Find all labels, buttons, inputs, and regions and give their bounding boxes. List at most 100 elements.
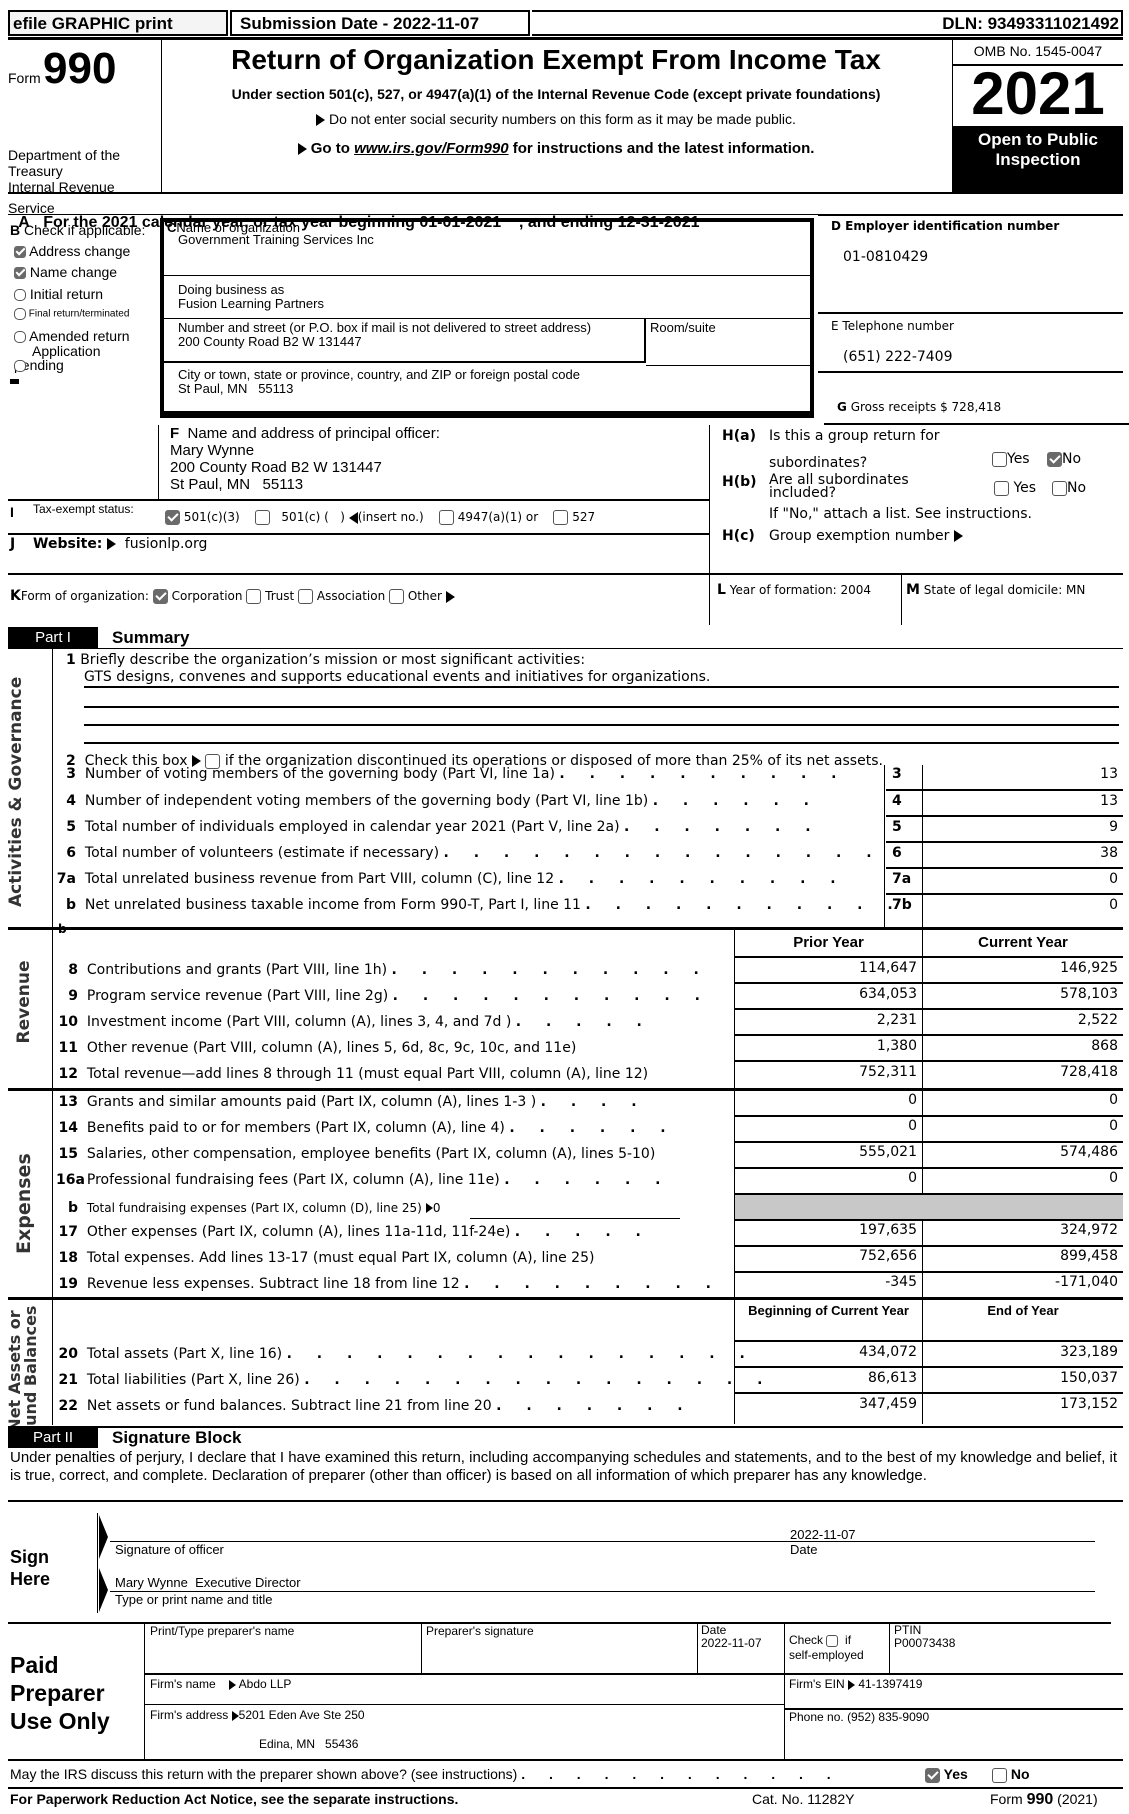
header-top-rule — [8, 37, 1123, 40]
checkbox-name-change[interactable] — [14, 267, 26, 280]
arrow-right-icon — [425, 1203, 433, 1213]
end-year-value: 323,189 — [1060, 1344, 1118, 1360]
preparer-date: Date 2022-11-07 — [701, 1624, 762, 1650]
hb-yes[interactable]: Yes — [994, 480, 1036, 497]
preparer-date-value: 2022-11-07 — [701, 1636, 762, 1650]
beginning-year-value: 434,072 — [859, 1344, 917, 1360]
checkbox-self-employed[interactable] — [826, 1634, 839, 1647]
line-value: 13 — [1100, 793, 1118, 809]
line-box-label: 6 — [892, 845, 902, 861]
current-year-value: 578,103 — [1060, 986, 1118, 1002]
table-row: 9 Program service revenue (Part VIII, li… — [56, 988, 710, 1004]
side-label-net-assets: Net Assets or Fund Balances — [5, 1306, 40, 1436]
fundraising-underline — [470, 1218, 680, 1219]
checkbox-501c[interactable] — [254, 510, 270, 525]
line-label: Total assets (Part X, line 16) — [86, 1346, 283, 1362]
city-value: St Paul, MN 55113 — [178, 381, 294, 396]
other-label: Other — [407, 589, 442, 603]
checkbox-application-pending[interactable] — [14, 360, 26, 373]
current-year-value: 146,925 — [1060, 960, 1118, 976]
open-public-line2: Inspection — [995, 150, 1081, 169]
row-rule — [735, 1366, 1123, 1368]
arrow-left-icon — [348, 511, 358, 524]
checkbox-association[interactable] — [298, 589, 314, 604]
checkbox-corporation[interactable] — [152, 589, 168, 604]
current-year-value: 728,418 — [1060, 1064, 1118, 1080]
arrow-right-icon — [847, 1679, 855, 1690]
gross-receipts-value: 728,418 — [951, 400, 1002, 414]
checkbox-ha-yes[interactable] — [992, 451, 1007, 467]
city-label: City or town, state or province, country… — [178, 367, 580, 382]
hb-no[interactable]: No — [1052, 480, 1086, 497]
line1: 1 Briefly describe the organization’s mi… — [66, 652, 585, 668]
year-formation: L Year of formation: 2004 — [717, 582, 871, 598]
gross-receipts: G Gross receipts $ 728,418 — [837, 400, 1001, 414]
expenses-top-rule — [8, 1088, 1123, 1091]
k-top-rule — [8, 573, 1123, 575]
col-beginning-year: Beginning of Current Year — [748, 1303, 909, 1318]
trust-label: Trust — [265, 589, 295, 603]
ptin: PTIN P00073438 — [894, 1624, 955, 1650]
submission-date-box: Submission Date - 2022-11-07 — [230, 10, 530, 36]
prep-col-4 — [889, 1622, 890, 1673]
ha-no[interactable]: No — [1047, 451, 1081, 468]
row-rule — [735, 1141, 1123, 1143]
ha-yes[interactable]: Yes — [992, 451, 1030, 468]
discuss-no[interactable]: No — [992, 1766, 1030, 1783]
preparer-left-line — [144, 1622, 145, 1759]
website-value[interactable]: fusionlp.org — [125, 536, 208, 552]
checkbox-hb-no[interactable] — [1052, 480, 1067, 496]
check-initial-return[interactable]: Initial return — [14, 286, 103, 302]
m-letter: M — [906, 582, 920, 598]
website-label: Website: — [33, 536, 103, 552]
checkbox-trust[interactable] — [246, 589, 262, 604]
line-number: 12 — [58, 1066, 78, 1082]
lm-divider — [901, 573, 902, 625]
prep-col-1 — [421, 1622, 422, 1673]
line-number: 18 — [58, 1250, 78, 1266]
check-application-pending[interactable]: Application pending — [14, 343, 101, 373]
part2-header-bar: Part II Signature Block — [8, 1426, 1123, 1448]
checkbox-501c3[interactable] — [165, 510, 180, 525]
checkbox-amended-return[interactable] — [14, 331, 26, 344]
discuss-yes[interactable]: Yes — [925, 1766, 968, 1783]
net-top-rule — [8, 1297, 1123, 1300]
insert-no-label: (insert no.) — [357, 510, 424, 524]
self-employed-check[interactable]: Check if self-employed — [789, 1633, 864, 1663]
current-year-value: 868 — [1091, 1038, 1118, 1054]
check-address-change[interactable]: Address change — [14, 243, 130, 259]
line-number: 8 — [68, 962, 78, 978]
open-public-line1: Open to Public — [978, 130, 1098, 149]
application-label: Application — [32, 343, 101, 359]
line-label: Grants and similar amounts paid (Part IX… — [86, 1094, 537, 1110]
checkbox-final-return[interactable] — [14, 308, 26, 320]
check-final-return[interactable]: Final return/terminated — [14, 308, 129, 320]
efile-label-box: efile GRAPHIC print — [8, 10, 228, 36]
checkbox-discuss-no[interactable] — [992, 1767, 1007, 1783]
checkbox-ha-no[interactable] — [1047, 451, 1062, 467]
form-title: Return of Organization Exempt From Incom… — [231, 44, 881, 75]
check-name-change[interactable]: Name change — [14, 264, 117, 280]
checkbox-527[interactable] — [553, 510, 569, 525]
ha-label: H(a) — [722, 428, 756, 444]
checkbox-4947[interactable] — [438, 510, 454, 525]
paperwork-notice: For Paperwork Reduction Act Notice, see … — [10, 1791, 459, 1807]
line-label: Revenue less expenses. Subtract line 18 … — [86, 1276, 460, 1292]
checkbox-discuss-yes[interactable] — [925, 1767, 940, 1783]
leader-dots: . . . . . . . . . . . — [392, 988, 710, 1004]
current-year-value: 0 — [1109, 1170, 1118, 1186]
officer-signature-line[interactable] — [110, 1541, 1095, 1542]
current-year-value: -171,040 — [1055, 1274, 1118, 1290]
firm-name: Firm's name Abdo LLP — [150, 1677, 291, 1691]
irs-form990-link[interactable]: www.irs.gov/Form990 — [354, 140, 509, 157]
check-amended-return[interactable]: Amended return — [14, 328, 130, 344]
checkbox-other[interactable] — [389, 589, 405, 604]
line-label: Total revenue—add lines 8 through 11 (mu… — [86, 1066, 649, 1082]
checkbox-hb-yes[interactable] — [994, 480, 1009, 496]
row-rule — [735, 1245, 1123, 1247]
checkbox-initial-return[interactable] — [14, 289, 26, 302]
leader-dots: . . . . . . . . . . . — [391, 962, 709, 978]
table-row: 18 Total expenses. Add lines 13-17 (must… — [56, 1250, 595, 1266]
i-letter: I — [10, 504, 14, 520]
checkbox-address-change[interactable] — [14, 246, 26, 259]
